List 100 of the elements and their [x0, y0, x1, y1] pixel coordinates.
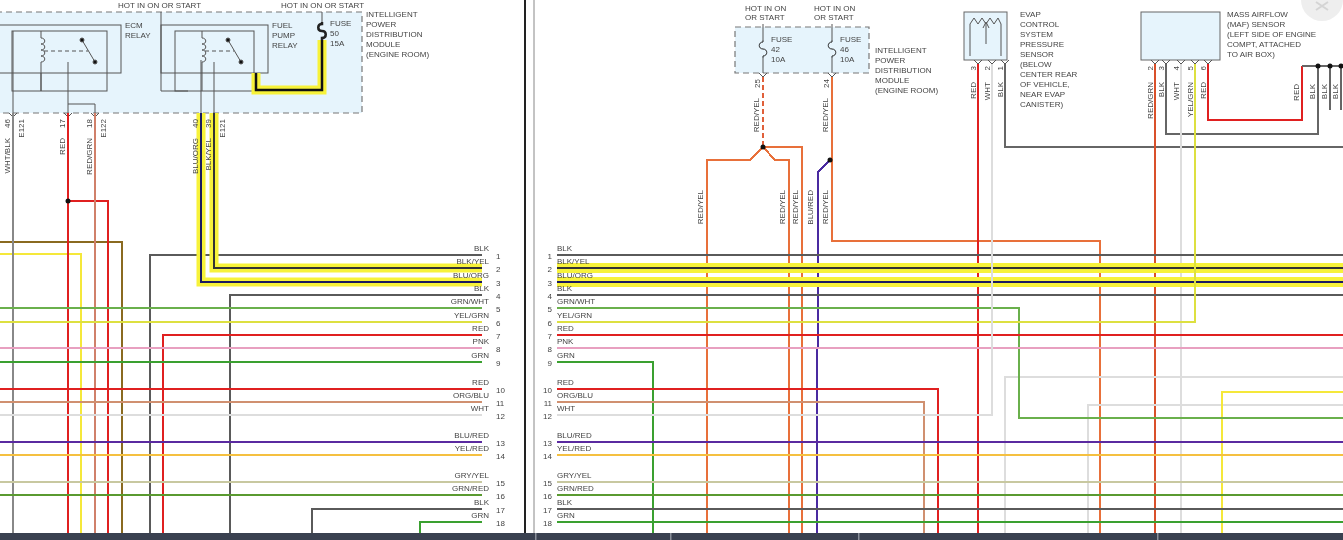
wire-label: ORG/BLU — [453, 391, 489, 400]
wire-number: 17 — [496, 506, 505, 515]
connector-label: E121 — [218, 119, 227, 138]
wire-number: 13 — [543, 439, 552, 448]
pin-number: 39 — [204, 119, 213, 128]
wire-label: RED — [557, 324, 574, 333]
wire-label: BLK — [557, 498, 573, 507]
wire-label: BLK — [1331, 84, 1340, 100]
wire-label: WHT — [470, 404, 489, 413]
wire-label: WHT/BLK — [3, 138, 12, 174]
wire-number: 14 — [496, 452, 505, 461]
wire-label: RED/YEL — [778, 190, 787, 225]
wire-number: 8 — [496, 345, 501, 354]
wire-number: 4 — [496, 292, 501, 301]
wire-number: 10 — [543, 386, 552, 395]
wire-number: 2 — [496, 265, 501, 274]
wire-label: BLK — [557, 244, 573, 253]
wire-number: 12 — [496, 412, 505, 421]
resistor-icon — [969, 17, 1002, 57]
wire-label: RED/GRN — [1146, 82, 1155, 119]
wire-label: RED/YEL — [821, 98, 830, 133]
wire-label: BLK — [996, 82, 1005, 98]
wire-label: WHT — [983, 82, 992, 101]
wire-number: 10 — [496, 386, 505, 395]
wire-number: 3 — [496, 279, 501, 288]
pin-number: 2 — [1146, 66, 1155, 71]
pin-number: 17 — [58, 119, 67, 128]
pin-number: 46 — [3, 119, 12, 128]
pin-number: 18 — [85, 119, 94, 128]
pin-number: 25 — [753, 79, 762, 88]
close-button[interactable] — [1301, 0, 1343, 21]
wire-label: YEL/RED — [454, 444, 489, 453]
wire-number: 16 — [496, 492, 505, 501]
wire-number: 6 — [547, 319, 552, 328]
wire-number: 18 — [543, 519, 552, 528]
wire-label: BLK — [1320, 84, 1329, 100]
fuse-label: FUSE 50 15A — [330, 19, 352, 48]
wire-label: GRN/RED — [452, 484, 489, 493]
wire-number: 1 — [496, 252, 501, 261]
wire-label: GRN/WHT — [557, 297, 596, 306]
pin-number: 6 — [1199, 66, 1208, 71]
wire-label: RED — [472, 324, 489, 333]
wire-label: RED/YEL — [821, 190, 830, 225]
wire-label: GRN/RED — [557, 484, 594, 493]
wire-label: RED — [472, 378, 489, 387]
wire-number: 1 — [547, 252, 552, 261]
wire-label: BLK — [473, 498, 489, 507]
connector-label: E121 — [17, 119, 26, 138]
wire-label: BLK — [1308, 84, 1317, 100]
wire-label: BLU/RED — [806, 190, 815, 225]
wire-label: GRY/YEL — [557, 471, 592, 480]
pin-number: 3 — [1157, 66, 1166, 71]
sensor-label: MASS AIRFLOW (MAF) SENSOR (LEFT SIDE OF ENGINE COMPT, ATTACHED TO AIR BOX) — [1227, 10, 1317, 59]
wire-label: GRN — [471, 351, 489, 360]
wire-label: BLU/RED — [454, 431, 489, 440]
wire-number: 5 — [496, 305, 501, 314]
sensor-label: EVAP CONTROL SYSTEM PRESSURE SENSOR (BELOW CENTER REAR OF VEHICLE, NEAR EVAP CANISTER) — [1020, 10, 1078, 109]
wire-label: WHT — [1172, 82, 1181, 101]
wire-number: 4 — [547, 292, 552, 301]
module-label: INTELLIGENT POWER DISTRIBUTION MODULE (ENGINE ROOM) — [366, 10, 430, 59]
relay-label: ECM RELAY — [125, 21, 151, 40]
wire-label: BLU/ORG — [453, 271, 489, 280]
wire-number: 6 — [496, 319, 501, 328]
junction-dot — [760, 144, 766, 150]
wire-number: 11 — [543, 399, 552, 408]
pin-number: 1 — [996, 66, 1005, 71]
wire-number: 2 — [547, 265, 552, 274]
junction-dot — [1315, 63, 1321, 69]
wire-label: PNK — [472, 337, 489, 346]
wire-number: 14 — [543, 452, 552, 461]
pin-number: 3 — [969, 66, 978, 71]
wire-number: 9 — [496, 359, 501, 368]
wire-number: 8 — [547, 345, 552, 354]
junction-dot — [1327, 63, 1333, 69]
wire-label: BLU/RED — [557, 431, 592, 440]
wire-number: 5 — [547, 305, 552, 314]
fuse-label: FUSE 42 10A — [771, 35, 793, 64]
pin-number: 40 — [191, 119, 200, 128]
supply-label: HOT IN ON OR START — [814, 4, 856, 22]
pin-number: 24 — [822, 79, 831, 88]
junction-dot — [827, 157, 833, 163]
wire-label: GRY/YEL — [454, 471, 489, 480]
wire-number: 16 — [543, 492, 552, 501]
wire-label: GRN — [471, 511, 489, 520]
wire-number: 18 — [496, 519, 505, 528]
wire-label: YEL/GRN — [453, 311, 489, 320]
relay-label: FUEL PUMP RELAY — [272, 21, 298, 50]
wire-label: RED — [969, 82, 978, 99]
wire-label: GRN — [557, 351, 575, 360]
wire-label: RED — [1292, 84, 1301, 101]
wire-label: BLK/YEL — [456, 257, 489, 266]
wire-label: PNK — [557, 337, 574, 346]
wire-label: ORG/BLU — [557, 391, 593, 400]
wire-label: GRN — [557, 511, 575, 520]
pin-number: 2 — [983, 66, 992, 71]
wire-label: YEL/RED — [557, 444, 592, 453]
wire-label: RED/YEL — [752, 98, 761, 133]
wire-label: RED/YEL — [696, 190, 705, 225]
wire-label: RED/YEL — [791, 190, 800, 225]
wire-label: RED — [1199, 82, 1208, 99]
